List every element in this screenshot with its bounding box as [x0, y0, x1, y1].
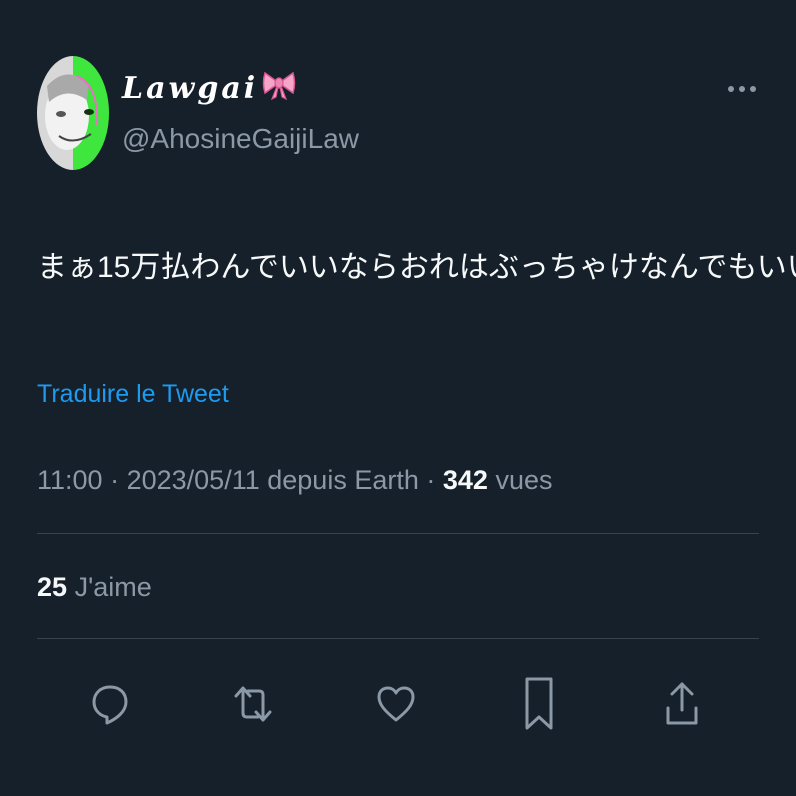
retweet-icon	[234, 686, 272, 722]
bookmark-button[interactable]	[514, 676, 564, 732]
bookmark-icon	[525, 677, 553, 730]
avatar[interactable]	[37, 56, 109, 170]
divider	[37, 533, 759, 534]
likes-stat[interactable]: 25 J'aime	[37, 567, 152, 607]
tweet-meta: 11:00 · 2023/05/11 depuis Earth · 342 vu…	[37, 460, 553, 500]
views-count: 342	[442, 465, 488, 495]
divider	[37, 638, 759, 639]
tweet-date[interactable]: 2023/05/11	[127, 465, 260, 495]
reply-icon	[92, 685, 128, 725]
retweet-button[interactable]	[228, 676, 278, 732]
views-label: vues	[495, 465, 553, 495]
heart-icon	[377, 686, 415, 722]
share-icon	[666, 682, 698, 725]
tweet-detail: Lawgai @AhosineGaijiLaw まぁ15万払わんでいいならおれは…	[0, 0, 796, 796]
reply-button[interactable]	[85, 676, 135, 732]
translate-tweet-link[interactable]: Traduire le Tweet	[37, 374, 229, 414]
user-handle[interactable]: @AhosineGaijiLaw	[122, 119, 359, 159]
more-options-button[interactable]	[723, 76, 761, 102]
likes-label: J'aime	[74, 572, 152, 602]
avatar-image	[37, 56, 109, 170]
like-button[interactable]	[371, 676, 421, 732]
display-name-text: Lawgai	[122, 71, 259, 106]
display-name[interactable]: Lawgai	[122, 69, 296, 111]
tweet-source: depuis Earth	[267, 465, 419, 495]
share-button[interactable]	[657, 676, 707, 732]
tweet-text: まぁ15万払わんでいいならおれはぶっちゃけなんでもいい	[37, 251, 796, 284]
ribbon-bow-icon	[262, 70, 296, 111]
meta-separator: ·	[426, 465, 436, 495]
tweet-time[interactable]: 11:00	[37, 465, 103, 495]
more-dots-icon	[728, 86, 756, 92]
meta-separator: ·	[110, 465, 120, 495]
likes-count: 25	[37, 572, 68, 602]
